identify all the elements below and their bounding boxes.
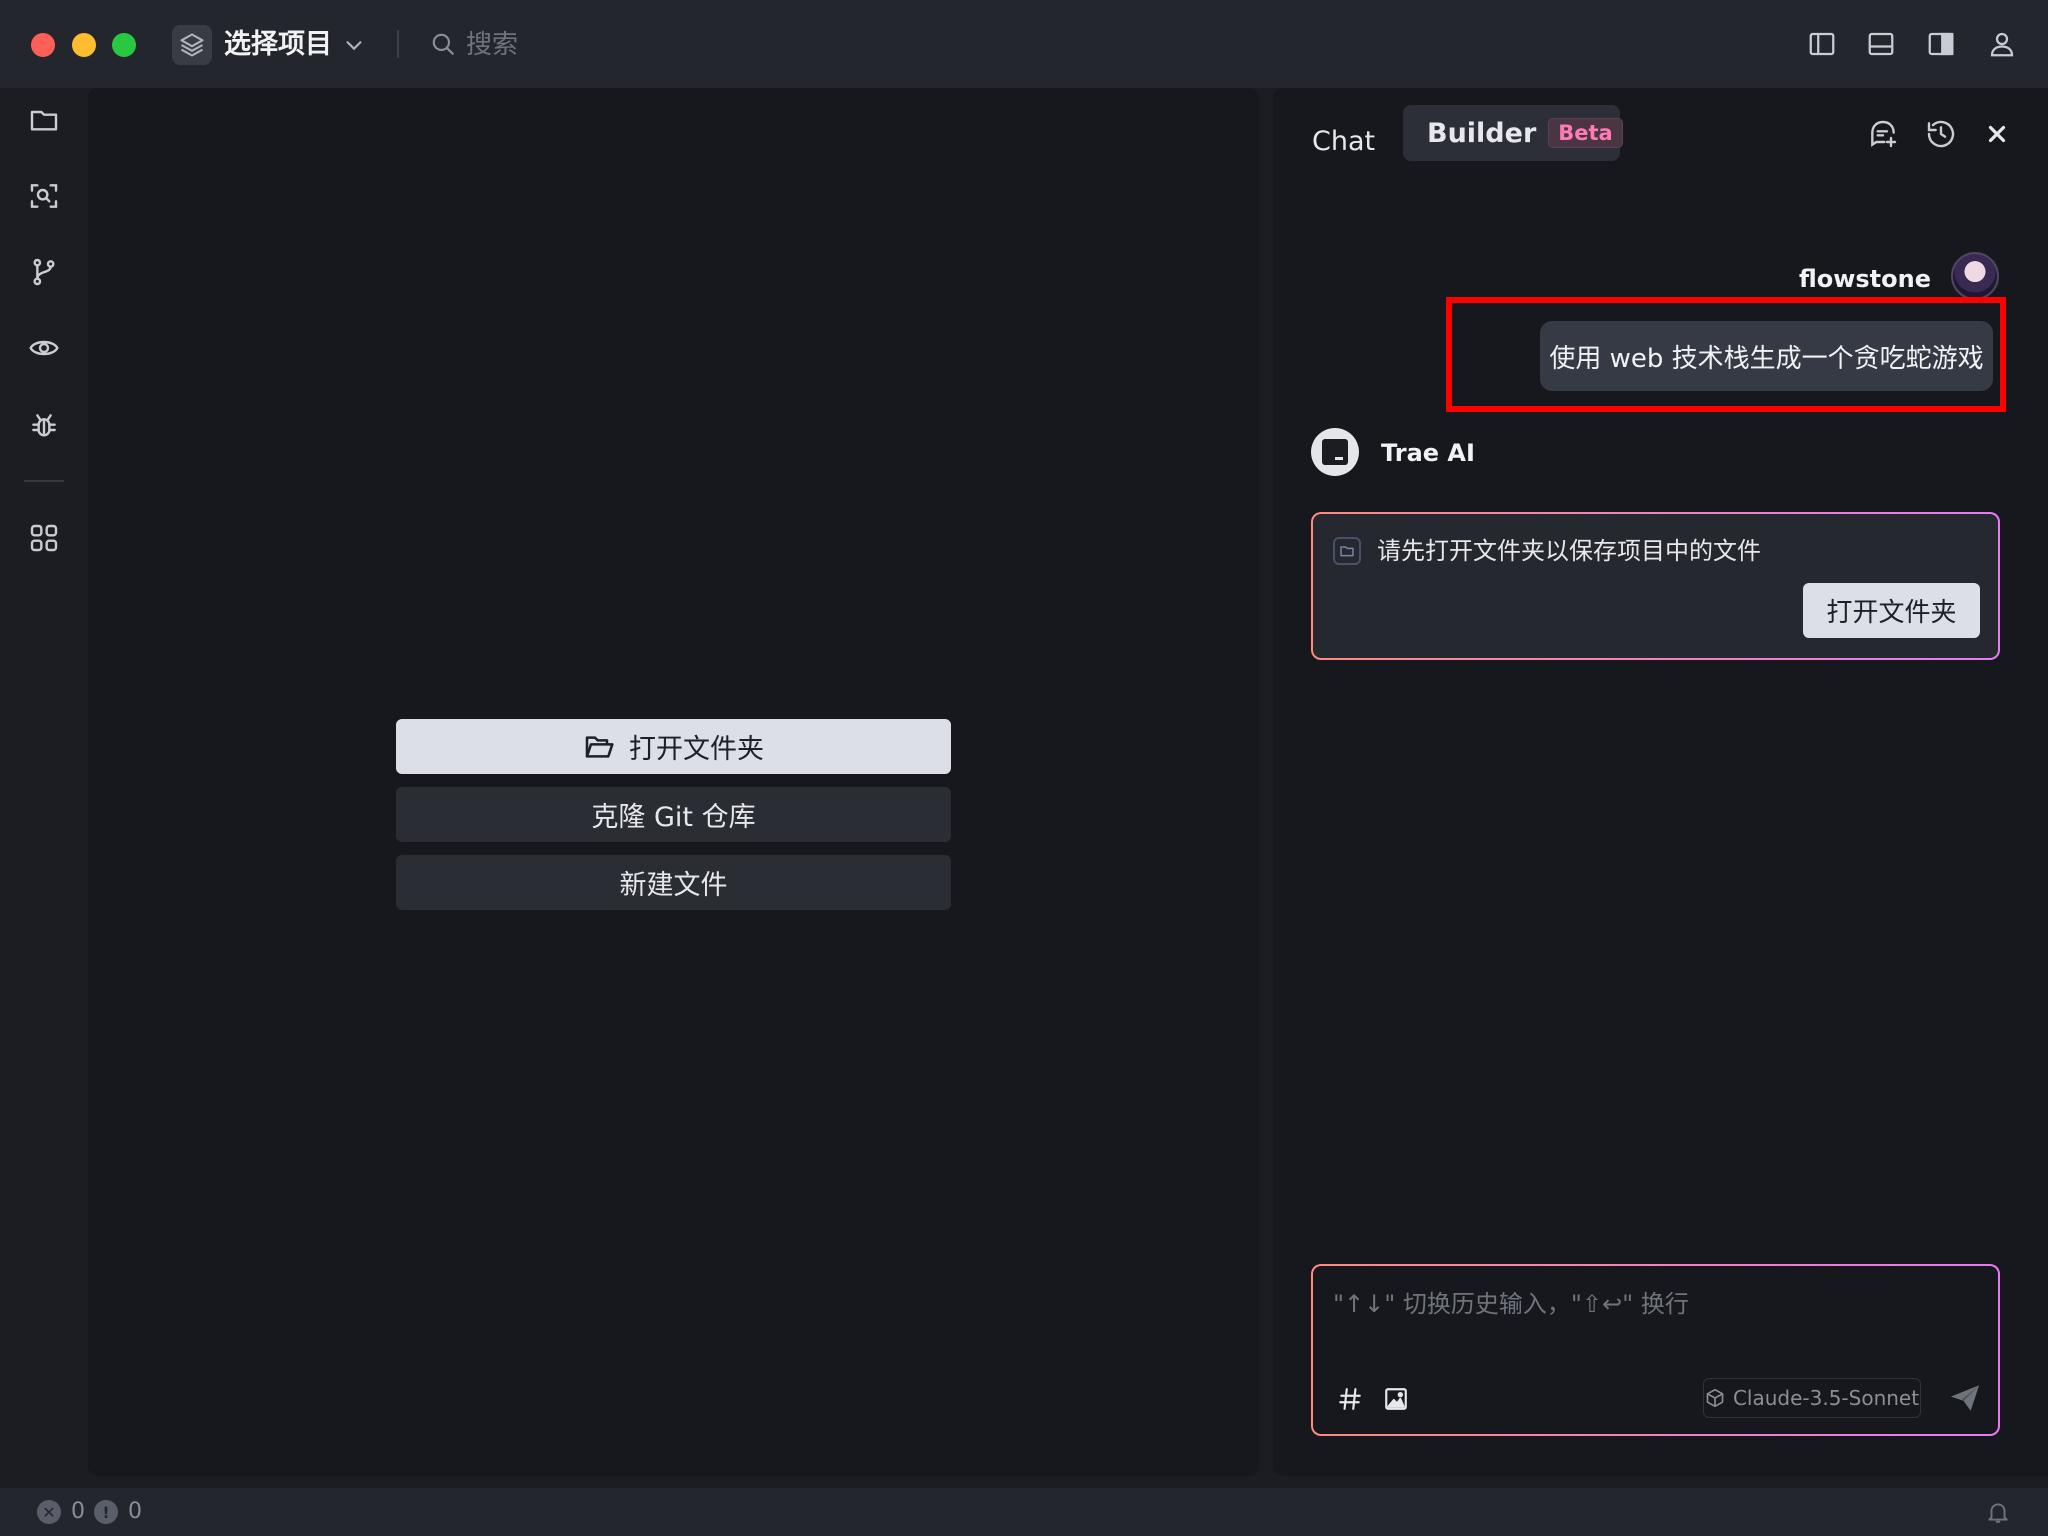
history-icon[interactable] — [1923, 116, 1959, 152]
tab-builder[interactable]: Builder Beta — [1403, 105, 1623, 161]
layout-sidebar-left-icon[interactable] — [1806, 28, 1838, 60]
send-icon[interactable] — [1947, 1380, 1983, 1416]
chat-input[interactable] — [1333, 1280, 1973, 1328]
close-window-button[interactable] — [31, 33, 55, 57]
user-name: flowstone — [1798, 265, 1931, 293]
git-branch-icon[interactable] — [24, 252, 64, 292]
account-icon[interactable] — [1986, 28, 2018, 60]
new-file-label: 新建文件 — [619, 870, 728, 901]
new-file-button[interactable]: 新建文件 — [396, 855, 951, 910]
activity-bar — [0, 88, 88, 1484]
maximize-window-button[interactable] — [112, 33, 136, 57]
warning-icon[interactable]: ! — [94, 1500, 118, 1524]
hash-icon[interactable] — [1335, 1384, 1365, 1414]
user-message-bubble: 使用 web 技术栈生成一个贪吃蛇游戏 — [1540, 321, 1993, 391]
chevron-down-icon[interactable] — [343, 34, 365, 56]
beta-badge: Beta — [1548, 118, 1623, 148]
layout-panel-bottom-icon[interactable] — [1865, 28, 1897, 60]
warning-count[interactable]: 0 — [128, 1498, 142, 1526]
search-icon — [432, 33, 454, 55]
avatar — [1951, 252, 1999, 300]
tab-builder-label: Builder — [1427, 117, 1537, 149]
error-count[interactable]: 0 — [71, 1498, 85, 1526]
image-icon[interactable] — [1381, 1384, 1411, 1414]
open-folder-notice: 请先打开文件夹以保存项目中的文件 打开文件夹 — [1311, 512, 2000, 660]
folder-open-icon — [585, 735, 614, 758]
clone-git-label: 克隆 Git 仓库 — [591, 802, 756, 833]
folder-icon — [1333, 537, 1361, 565]
status-bar: ✕ 0 ! 0 — [0, 1488, 2048, 1536]
tab-chat[interactable]: Chat — [1312, 114, 1375, 170]
open-folder-button[interactable]: 打开文件夹 — [396, 719, 951, 774]
minimize-window-button[interactable] — [72, 33, 96, 57]
extensions-grid-icon[interactable] — [24, 518, 64, 558]
open-folder-label: 打开文件夹 — [629, 734, 764, 765]
activity-divider — [24, 480, 64, 482]
notice-text: 请先打开文件夹以保存项目中的文件 — [1377, 537, 1761, 565]
folder-icon[interactable] — [24, 100, 64, 140]
cube-icon — [1706, 1388, 1724, 1408]
search-input[interactable] — [466, 26, 726, 64]
project-selector[interactable]: 选择项目 — [224, 26, 332, 64]
new-chat-icon[interactable] — [1865, 116, 1901, 152]
layers-icon — [172, 25, 212, 65]
ai-name: Trae AI — [1381, 439, 1475, 467]
notice-open-folder-button[interactable]: 打开文件夹 — [1803, 583, 1980, 638]
titlebar-divider — [397, 30, 399, 58]
app-window: 选择项目 搜索 打开文件夹 克隆 Git 仓库 新建文件 Chat Builde… — [0, 0, 2048, 1536]
close-icon[interactable] — [1979, 116, 2015, 152]
layout-sidebar-right-icon[interactable] — [1925, 28, 1957, 60]
error-icon[interactable]: ✕ — [37, 1500, 61, 1524]
ai-avatar — [1311, 428, 1359, 476]
bug-icon[interactable] — [24, 406, 64, 446]
editor-welcome-panel: 打开文件夹 克隆 Git 仓库 新建文件 — [88, 88, 1259, 1476]
title-bar: 选择项目 — [0, 0, 2048, 88]
eye-icon[interactable] — [24, 328, 64, 368]
clone-git-button[interactable]: 克隆 Git 仓库 — [396, 787, 951, 842]
model-selector[interactable]: Claude-3.5-Sonnet — [1703, 1378, 1921, 1418]
search-code-icon[interactable] — [24, 176, 64, 216]
chat-input-box: Claude-3.5-Sonnet — [1311, 1264, 2000, 1436]
model-label: Claude-3.5-Sonnet — [1732, 1386, 1920, 1410]
bell-icon[interactable] — [1985, 1499, 2011, 1525]
